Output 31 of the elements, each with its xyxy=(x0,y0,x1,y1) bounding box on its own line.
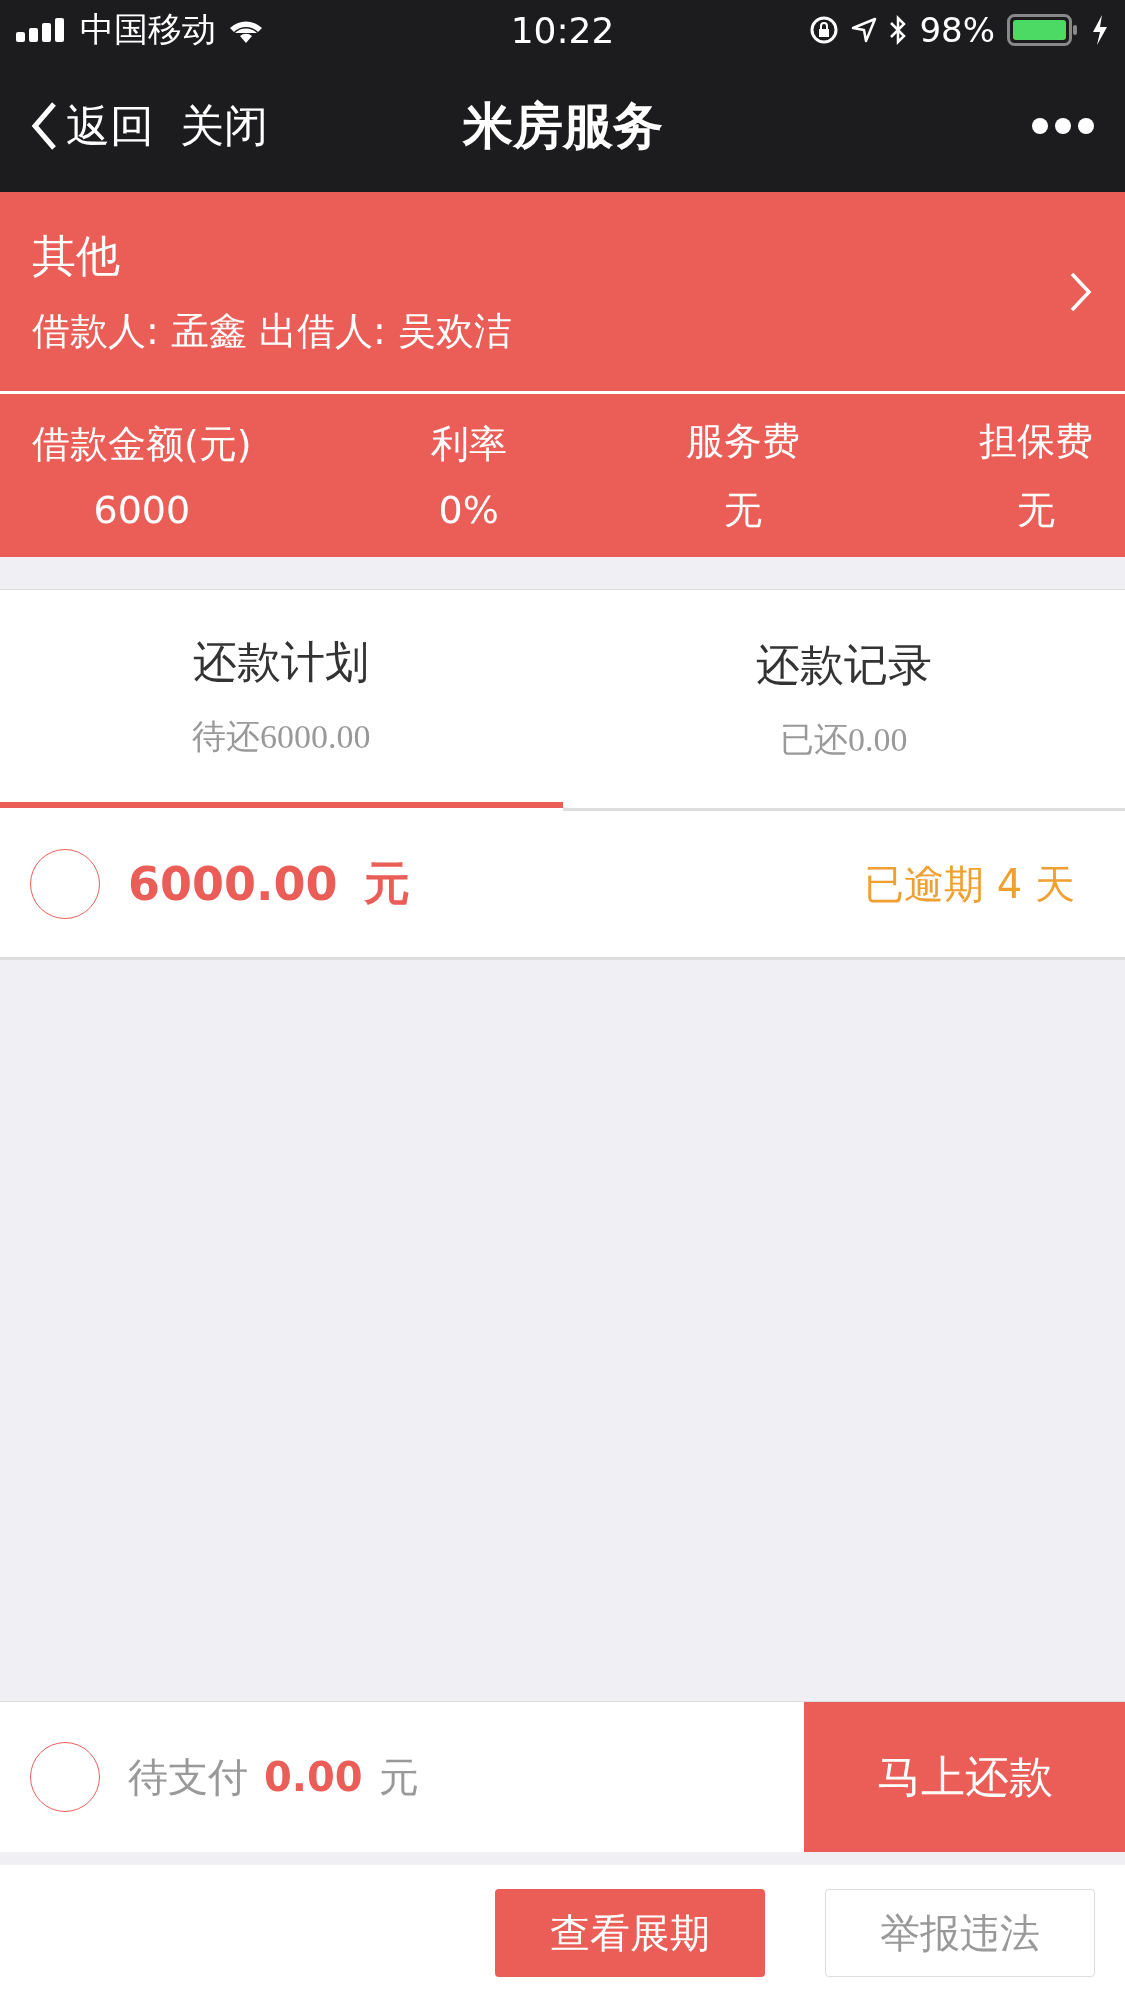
clock-time: 10:22 xyxy=(510,9,615,51)
stat-value: 6000 xyxy=(93,488,191,532)
charging-bolt-icon xyxy=(1091,15,1109,45)
back-button[interactable]: 返回 xyxy=(30,96,154,156)
more-button[interactable] xyxy=(1031,117,1095,135)
carrier-name: 中国移动 xyxy=(80,8,216,51)
stat-label: 服务费 xyxy=(685,417,800,465)
more-dots-icon xyxy=(1031,117,1095,135)
stat-value: 0% xyxy=(438,488,499,532)
battery-percent: 98% xyxy=(919,10,995,50)
bluetooth-icon xyxy=(889,15,908,45)
stat-label: 担保费 xyxy=(979,417,1093,465)
stat-label: 利率 xyxy=(430,421,507,468)
stat-label: 借款金额(元) xyxy=(32,421,252,468)
amount-unit: 元 xyxy=(378,1752,419,1802)
location-arrow-icon xyxy=(851,17,878,43)
back-chevron-icon xyxy=(30,100,58,152)
pending-amount: 0.00 xyxy=(264,1754,363,1800)
installment-amount: 6000.00 xyxy=(128,857,338,911)
stat-value: 无 xyxy=(723,486,762,534)
loan-parties: 借款人: 孟鑫 出借人: 吴欢洁 xyxy=(32,307,512,355)
stat-value: 无 xyxy=(1017,486,1055,534)
amount-unit: 元 xyxy=(363,855,410,912)
pending-label: 待支付 xyxy=(128,1752,248,1802)
loan-category: 其他 xyxy=(32,228,121,283)
chevron-right-icon xyxy=(1069,270,1093,313)
battery-icon xyxy=(1007,14,1079,46)
rotation-lock-icon xyxy=(809,15,840,45)
overdue-status: 已逾期 4 天 xyxy=(864,859,1075,909)
page-title: 米房服务 xyxy=(462,95,663,157)
close-button[interactable]: 关闭 xyxy=(180,96,268,156)
